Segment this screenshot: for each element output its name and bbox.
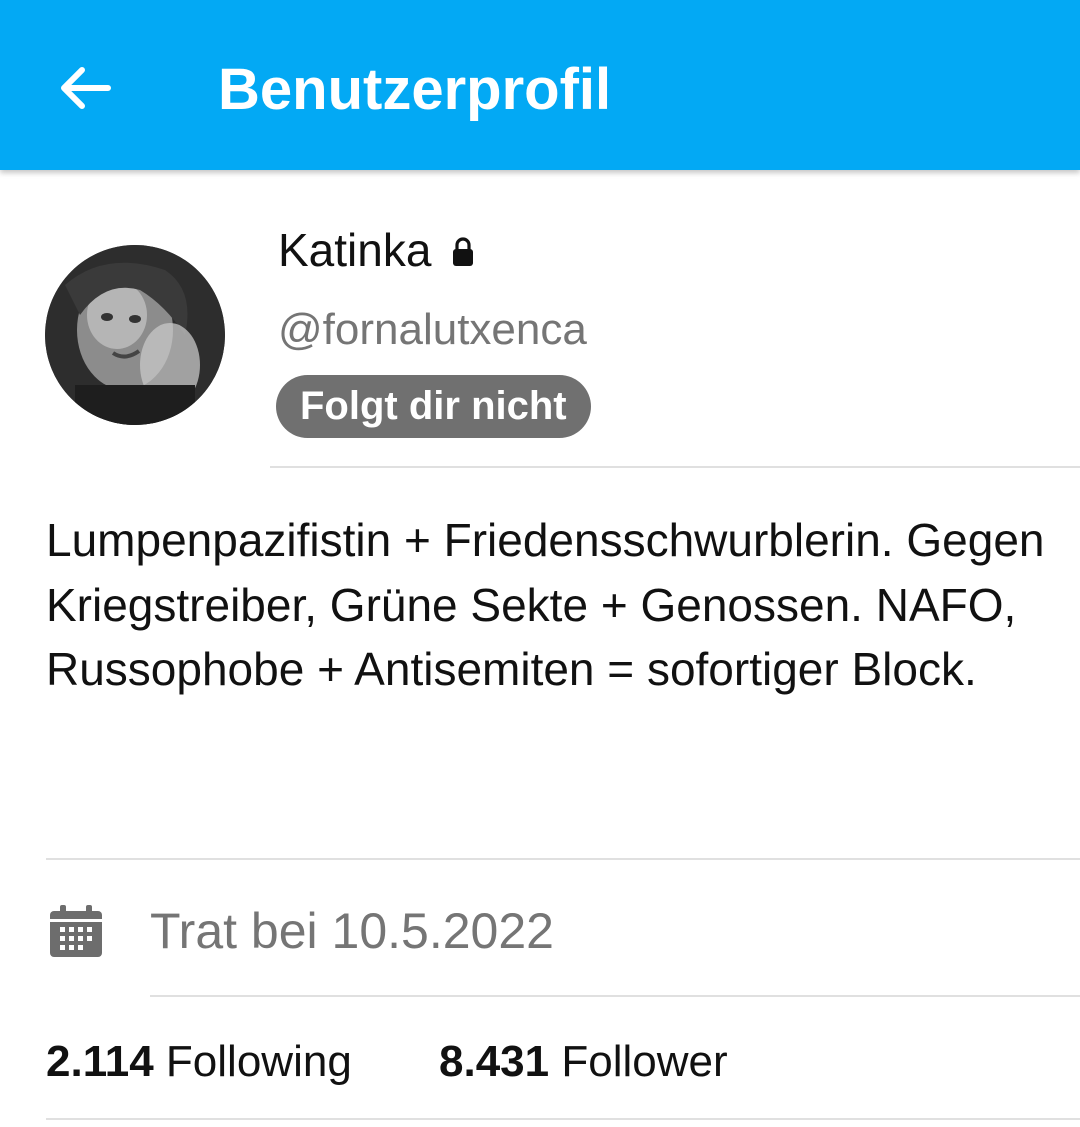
joined-date-text: Trat bei 10.5.2022 bbox=[150, 903, 554, 959]
follower-label: Follower bbox=[561, 1037, 728, 1086]
calendar-icon bbox=[50, 905, 102, 957]
divider bbox=[150, 995, 1080, 997]
app-bar: Benutzerprofil bbox=[0, 0, 1080, 170]
back-button[interactable] bbox=[50, 52, 122, 124]
follower-count: 8.431 bbox=[439, 1037, 550, 1086]
divider bbox=[270, 466, 1080, 468]
page-title: Benutzerprofil bbox=[218, 57, 612, 122]
arrow-left-icon bbox=[61, 67, 111, 109]
display-name: Katinka bbox=[278, 220, 475, 280]
avatar[interactable] bbox=[45, 245, 225, 425]
display-name-text: Katinka bbox=[278, 224, 432, 276]
following-label: Following bbox=[165, 1037, 352, 1086]
joined-date-row: Trat bei 10.5.2022 bbox=[46, 895, 554, 967]
avatar-image bbox=[45, 245, 225, 425]
divider bbox=[46, 1118, 1080, 1120]
profile-bio: Lumpenpazifistin + Friedensschwurblerin.… bbox=[46, 514, 1045, 695]
divider bbox=[46, 858, 1080, 860]
follow-status-badge: Folgt dir nicht bbox=[276, 375, 591, 438]
following-stat[interactable]: 2.114 Following bbox=[46, 1030, 352, 1094]
username-handle: @fornalutxenca bbox=[278, 305, 587, 354]
following-count: 2.114 bbox=[46, 1037, 154, 1086]
lock-icon bbox=[453, 237, 474, 266]
follower-stat[interactable]: 8.431 Follower bbox=[439, 1030, 728, 1094]
